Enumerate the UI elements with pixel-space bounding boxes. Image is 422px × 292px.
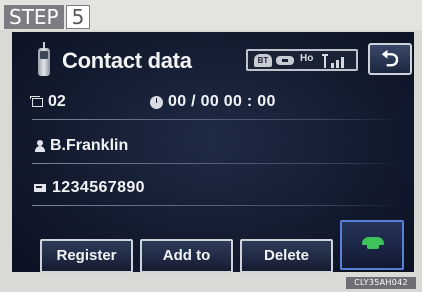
call-count: 02: [48, 93, 66, 110]
figure-code: CLY35AH042: [346, 277, 416, 289]
name-row: B.Franklin: [32, 136, 402, 164]
ho-text: Ho: [300, 53, 314, 64]
contact-data-screen: Contact data BT Ho ⮌ 02 00 / 00 00 : 00 …: [12, 32, 414, 273]
history-row: 02 00 / 00 00 : 00: [30, 92, 402, 120]
connection-status: BT Ho: [246, 49, 358, 71]
register-button[interactable]: Register: [40, 239, 133, 273]
back-icon: ⮌: [381, 46, 399, 71]
signal-icon: [322, 54, 348, 68]
bluetooth-icon: BT: [254, 54, 272, 67]
call-button[interactable]: [340, 220, 404, 270]
page-title: Contact data: [62, 48, 192, 73]
phone-icon: [38, 42, 50, 76]
person-icon: [34, 140, 46, 152]
delete-button[interactable]: Delete: [240, 239, 333, 273]
link-icon: [276, 56, 294, 65]
contact-name: B.Franklin: [50, 137, 129, 154]
call-datetime: 00 / 00 00 : 00: [168, 93, 276, 110]
number-row: 1234567890: [32, 178, 402, 206]
handset-icon: [362, 237, 384, 251]
call-history-icon: [30, 96, 43, 107]
phone-number: 1234567890: [52, 179, 145, 196]
back-button[interactable]: ⮌: [368, 43, 412, 75]
step-label: STEP: [4, 5, 64, 29]
add-to-button[interactable]: Add to: [140, 239, 233, 273]
step-number: 5: [66, 5, 90, 29]
step-bar: STEP 5: [0, 0, 422, 30]
phone-number-icon: [34, 184, 46, 192]
clock-icon: [150, 96, 163, 109]
